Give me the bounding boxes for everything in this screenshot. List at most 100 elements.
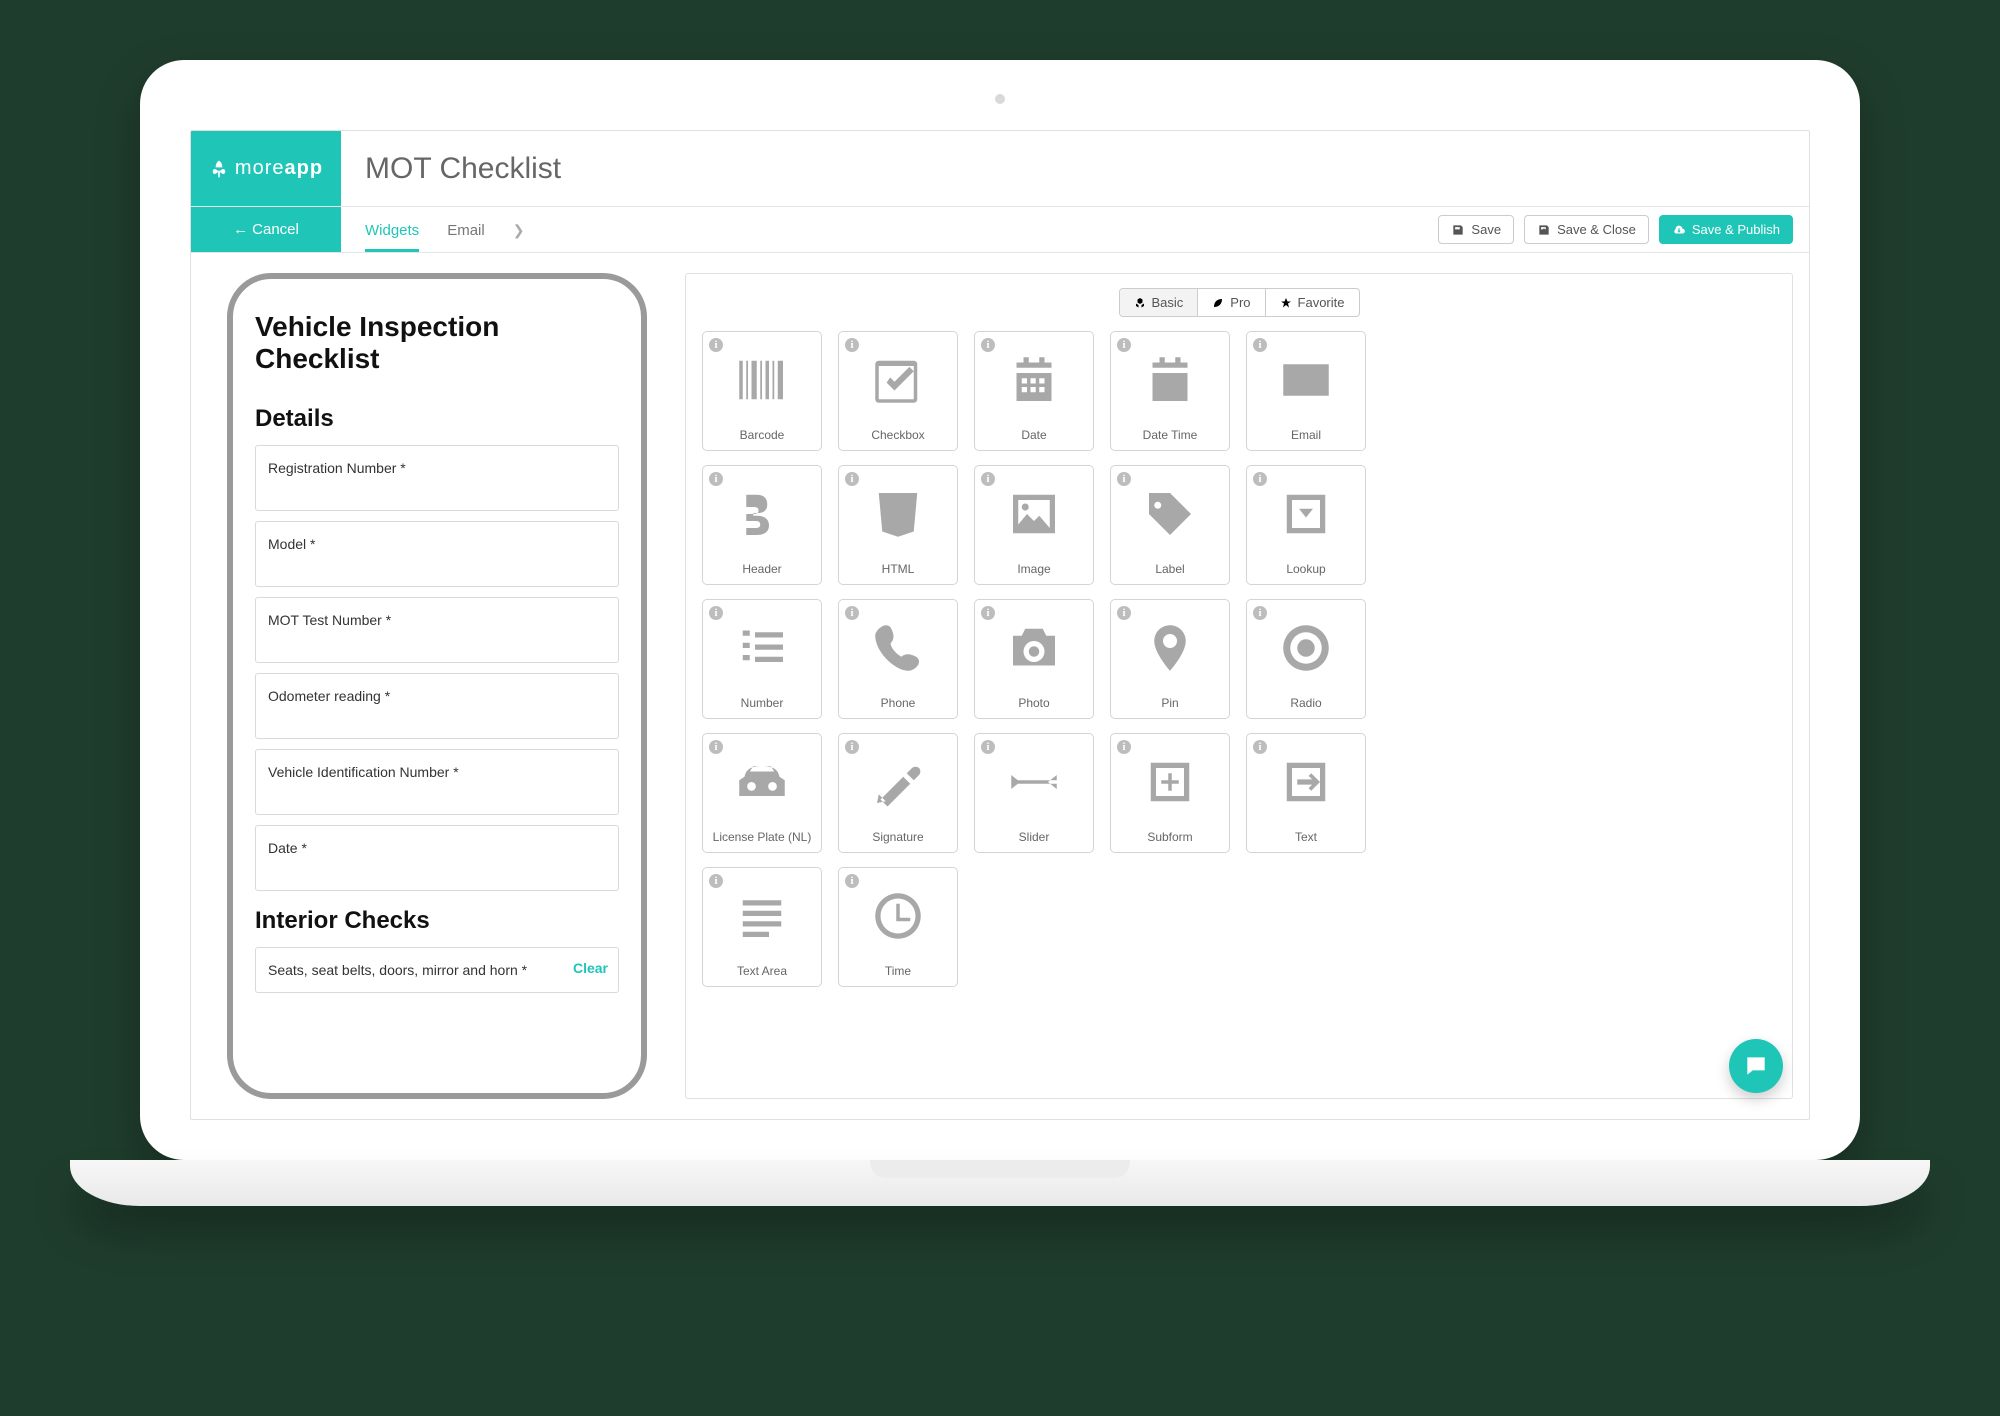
filter-favorite[interactable]: Favorite: [1266, 289, 1359, 316]
widget-image[interactable]: i Image: [974, 465, 1094, 585]
app-screen: moreapp MOT Checklist ← Cancel Widgets E…: [190, 130, 1810, 1120]
field-registration[interactable]: Registration Number *: [255, 445, 619, 511]
info-icon[interactable]: i: [1117, 472, 1131, 486]
laptop-frame: moreapp MOT Checklist ← Cancel Widgets E…: [140, 60, 1860, 1206]
widget-barcode[interactable]: i Barcode: [702, 331, 822, 451]
cubes-icon: [1134, 297, 1146, 309]
info-icon[interactable]: i: [845, 606, 859, 620]
widget-html[interactable]: iHTML: [838, 465, 958, 585]
widget-label: Signature: [868, 830, 927, 844]
info-icon[interactable]: i: [981, 606, 995, 620]
widget-label: Number: [737, 696, 788, 710]
widget-label: Radio: [1286, 696, 1325, 710]
field-model[interactable]: Model *: [255, 521, 619, 587]
info-icon[interactable]: i: [1253, 338, 1267, 352]
section-details: Details: [255, 405, 619, 433]
widget-date[interactable]: i Date: [974, 331, 1094, 451]
widget-label: Barcode: [736, 428, 789, 442]
info-icon[interactable]: i: [1253, 472, 1267, 486]
save-close-icon: [1537, 223, 1551, 237]
info-icon[interactable]: i: [1117, 338, 1131, 352]
chat-icon: [1743, 1053, 1769, 1079]
widget-radio[interactable]: i Radio: [1246, 599, 1366, 719]
page-title: MOT Checklist: [341, 131, 1809, 206]
tab-widgets[interactable]: Widgets: [365, 210, 419, 252]
widget-label: Email: [1287, 428, 1325, 442]
save-button[interactable]: Save: [1438, 215, 1514, 244]
widget-photo[interactable]: iPhoto: [974, 599, 1094, 719]
info-icon[interactable]: i: [709, 606, 723, 620]
save-close-label: Save & Close: [1557, 222, 1636, 237]
info-icon[interactable]: i: [1117, 740, 1131, 754]
laptop-base: [70, 1160, 1930, 1206]
preview-column: Vehicle Inspection Checklist Details Reg…: [207, 273, 667, 1099]
widget-label: Text: [1291, 830, 1321, 844]
widget-email[interactable]: i Email: [1246, 331, 1366, 451]
widget-lookup[interactable]: i Lookup: [1246, 465, 1366, 585]
brand-logo[interactable]: moreapp: [191, 131, 341, 206]
widget-signature[interactable]: i Signature: [838, 733, 958, 853]
save-publish-button[interactable]: Save & Publish: [1659, 215, 1793, 244]
filter-basic[interactable]: Basic: [1120, 289, 1199, 316]
widget-number[interactable]: i Number: [702, 599, 822, 719]
cancel-button[interactable]: ← Cancel: [191, 207, 341, 252]
tab-more-chevron[interactable]: ❯: [513, 210, 525, 252]
clear-button[interactable]: Clear: [573, 960, 608, 976]
filter-pro[interactable]: Pro: [1198, 289, 1265, 316]
widget-licenseplate[interactable]: i License Plate (NL): [702, 733, 822, 853]
widget-grid: i Barcode i Checkbox i Date i Date Time i Email iH…: [702, 331, 1776, 987]
info-icon[interactable]: i: [845, 338, 859, 352]
info-icon[interactable]: i: [981, 338, 995, 352]
field-date[interactable]: Date *: [255, 825, 619, 891]
widget-label: Image: [1013, 562, 1054, 576]
widget-label[interactable]: i Label: [1110, 465, 1230, 585]
widget-datetime[interactable]: i Date Time: [1110, 331, 1230, 451]
info-icon[interactable]: i: [1253, 606, 1267, 620]
leaf-icon: [1212, 297, 1224, 309]
info-icon[interactable]: i: [845, 472, 859, 486]
widget-label: Lookup: [1282, 562, 1329, 576]
cloud-upload-icon: [1672, 223, 1686, 237]
save-close-button[interactable]: Save & Close: [1524, 215, 1649, 244]
widget-label: Checkbox: [867, 428, 928, 442]
widget-label: Label: [1151, 562, 1188, 576]
widget-phone[interactable]: i Phone: [838, 599, 958, 719]
chat-fab[interactable]: [1729, 1039, 1783, 1093]
widget-time[interactable]: i Time: [838, 867, 958, 987]
widget-label: Slider: [1015, 830, 1054, 844]
sub-bar: ← Cancel Widgets Email ❯ Save Save & Clo…: [191, 207, 1809, 253]
widget-label: Date Time: [1139, 428, 1202, 442]
save-publish-label: Save & Publish: [1692, 222, 1780, 237]
widget-label: Time: [881, 964, 915, 978]
info-icon[interactable]: i: [845, 874, 859, 888]
info-icon[interactable]: i: [1253, 740, 1267, 754]
info-icon[interactable]: i: [845, 740, 859, 754]
info-icon[interactable]: i: [709, 472, 723, 486]
save-label: Save: [1471, 222, 1501, 237]
widget-filter-tabs: Basic Pro Favorite: [702, 288, 1776, 317]
info-icon[interactable]: i: [709, 874, 723, 888]
widget-label: Phone: [877, 696, 920, 710]
widget-textarea[interactable]: iText Area: [702, 867, 822, 987]
form-title: Vehicle Inspection Checklist: [255, 311, 619, 375]
widget-slider[interactable]: i Slider: [974, 733, 1094, 853]
info-icon[interactable]: i: [709, 740, 723, 754]
info-icon[interactable]: i: [981, 740, 995, 754]
widget-label: Date: [1017, 428, 1050, 442]
info-icon[interactable]: i: [709, 338, 723, 352]
info-icon[interactable]: i: [981, 472, 995, 486]
info-icon[interactable]: i: [1117, 606, 1131, 620]
field-mot-number[interactable]: MOT Test Number *: [255, 597, 619, 663]
widget-pin[interactable]: iPin: [1110, 599, 1230, 719]
brand-name-light: more: [235, 157, 285, 180]
widget-label: License Plate (NL): [709, 830, 816, 844]
widget-checkbox[interactable]: i Checkbox: [838, 331, 958, 451]
widget-text[interactable]: i Text: [1246, 733, 1366, 853]
field-odometer[interactable]: Odometer reading *: [255, 673, 619, 739]
section-interior: Interior Checks: [255, 907, 619, 935]
widget-subform[interactable]: iSubform: [1110, 733, 1230, 853]
field-vin[interactable]: Vehicle Identification Number *: [255, 749, 619, 815]
widget-header[interactable]: iHeader: [702, 465, 822, 585]
tab-email[interactable]: Email: [447, 210, 485, 252]
field-interior-seats[interactable]: Seats, seat belts, doors, mirror and hor…: [255, 947, 619, 993]
